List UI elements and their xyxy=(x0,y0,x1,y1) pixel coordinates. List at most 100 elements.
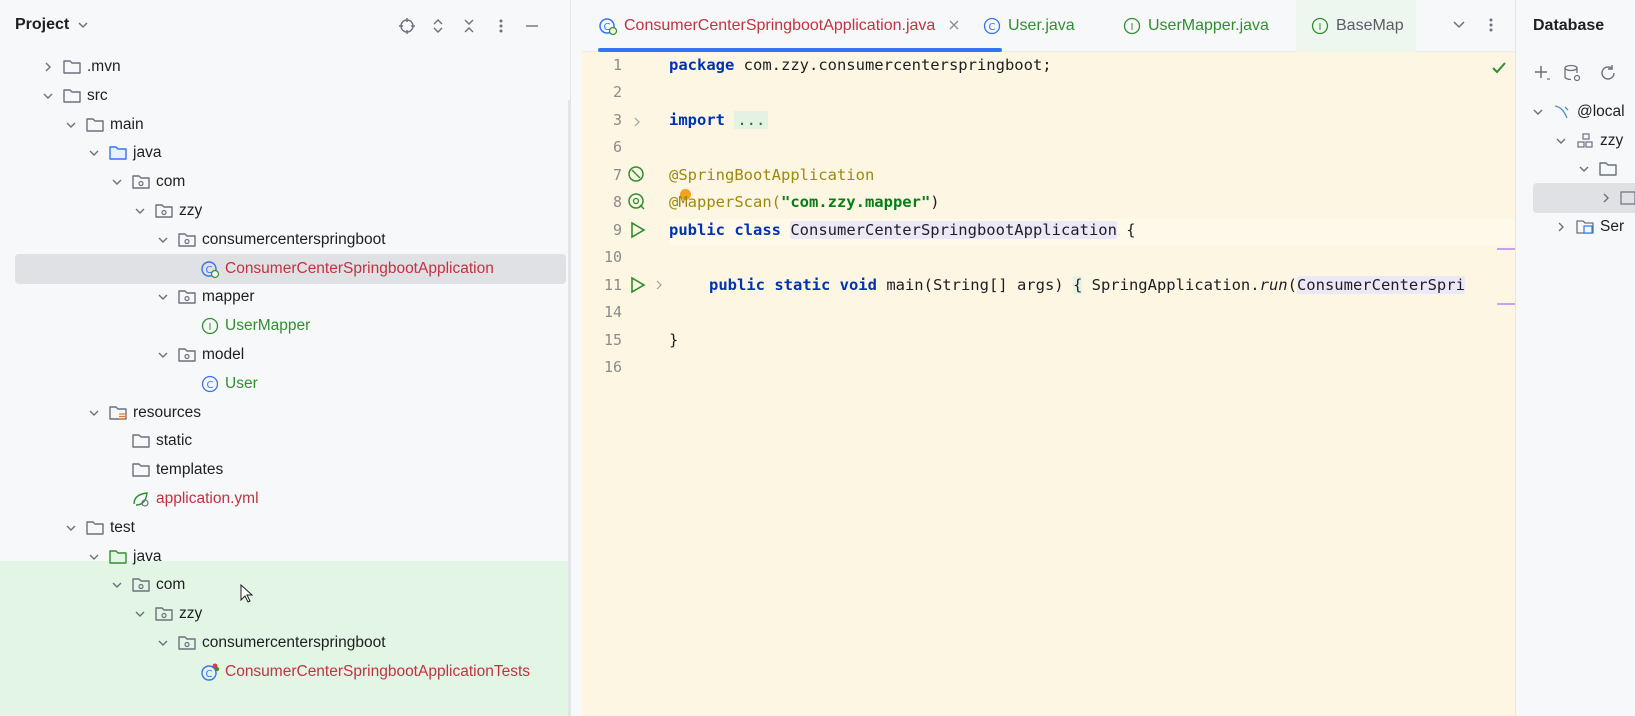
svg-text:C: C xyxy=(989,22,996,33)
chevron-right-icon[interactable] xyxy=(40,59,56,75)
chevron-down-icon[interactable] xyxy=(155,347,171,363)
chevron-down-icon[interactable] xyxy=(109,174,125,190)
chevron-down-icon[interactable] xyxy=(155,635,171,651)
tree-item[interactable]: model xyxy=(155,340,244,370)
tree-item[interactable]: templates xyxy=(109,455,223,485)
fold-expand-icon[interactable] xyxy=(626,111,648,133)
chevron-down-icon[interactable] xyxy=(132,606,148,622)
tree-item[interactable]: java xyxy=(86,138,161,168)
class-icon: C xyxy=(200,374,220,394)
db-tree-item[interactable]: zzy xyxy=(1553,126,1623,156)
chevron-down-icon[interactable] xyxy=(1576,161,1592,177)
folder-icon xyxy=(85,518,105,538)
collapse-all-icon[interactable] xyxy=(458,15,480,37)
chevron-right-icon[interactable] xyxy=(1599,190,1612,206)
tab-usermapper-java[interactable]: I UserMapper.java xyxy=(1122,0,1269,52)
chevron-down-icon[interactable] xyxy=(155,289,171,305)
tab-label: ConsumerCenterSpringbootApplication.java xyxy=(624,17,936,34)
chevron-down-icon[interactable] xyxy=(86,145,102,161)
tree-item[interactable]: src xyxy=(40,81,108,111)
tree-item[interactable]: com xyxy=(109,167,185,197)
tree-item[interactable]: resources xyxy=(86,398,201,428)
more-tabs-icon[interactable] xyxy=(1488,17,1494,37)
tree-item[interactable]: static xyxy=(109,426,192,456)
tree-item[interactable]: application.yml xyxy=(109,484,259,514)
tree-item[interactable]: java xyxy=(86,542,161,572)
minimize-icon[interactable] xyxy=(521,15,543,37)
chevron-down-icon[interactable] xyxy=(1452,18,1466,36)
chevron-down-icon[interactable] xyxy=(77,18,89,35)
spring-bean-gutter-icon[interactable] xyxy=(626,164,648,186)
line-number: 7 xyxy=(612,166,622,184)
tree-item[interactable]: .mvn xyxy=(40,52,121,82)
tree-item-label: java xyxy=(133,144,162,162)
tree-item-label: consumercenterspringboot xyxy=(202,634,386,651)
db-tree-item[interactable]: @local xyxy=(1530,97,1625,127)
tree-item[interactable]: C ConsumerCenterSpringbootApplicationTest… xyxy=(178,657,530,687)
tree-item[interactable]: consumercenterspringboot xyxy=(155,225,386,255)
chevron-down-icon[interactable] xyxy=(86,549,102,565)
error-stripe-mark xyxy=(1497,248,1515,250)
tree-item[interactable]: zzy xyxy=(132,599,202,629)
package-icon xyxy=(154,201,174,221)
package-icon xyxy=(177,345,197,365)
tree-item[interactable]: C ConsumerCenterSpringbootApplication xyxy=(15,253,566,284)
tree-item[interactable]: zzy xyxy=(132,196,202,226)
chevron-down-icon[interactable] xyxy=(63,117,79,133)
table-icon xyxy=(1618,188,1635,208)
tab-consumer-center-application[interactable]: C ConsumerCenterSpringbootApplication.ja… xyxy=(598,0,1002,52)
tree-item[interactable]: I UserMapper xyxy=(178,311,310,341)
folded-imports[interactable]: ... xyxy=(734,111,769,129)
database-panel-title: Database xyxy=(1533,17,1605,34)
code-line-15: } xyxy=(669,331,679,349)
tab-user-java[interactable]: C User.java xyxy=(982,0,1075,52)
chevron-down-icon[interactable] xyxy=(1553,133,1569,149)
db-tree-item[interactable] xyxy=(1576,154,1623,184)
line-number: 11 xyxy=(603,276,622,294)
chevron-down-icon[interactable] xyxy=(86,405,102,421)
project-panel: Project .mvn src main java com zzy consumercen… xyxy=(0,0,571,716)
run-icon[interactable] xyxy=(626,274,648,296)
tree-item[interactable]: com xyxy=(109,570,185,600)
tree-item[interactable]: mapper xyxy=(155,282,255,312)
expand-all-icon[interactable] xyxy=(427,15,449,37)
tree-item[interactable]: test xyxy=(63,513,135,543)
test-class-icon: C xyxy=(200,662,220,682)
tree-item-label: zzy xyxy=(179,605,203,623)
tab-basemapper[interactable]: I BaseMap xyxy=(1296,0,1416,52)
no-problems-check-icon[interactable] xyxy=(1488,57,1510,79)
code-line-8: @MapperScan("com.zzy.mapper") xyxy=(669,193,940,211)
svg-text:C: C xyxy=(206,669,213,680)
chevron-right-icon[interactable] xyxy=(1553,219,1569,235)
tree-item[interactable]: main xyxy=(63,110,144,140)
fold-expand-icon[interactable] xyxy=(648,274,670,296)
folder-icon xyxy=(1598,159,1618,179)
chevron-down-icon[interactable] xyxy=(40,88,56,104)
tree-item[interactable]: consumercenterspringboot xyxy=(155,628,386,658)
close-icon[interactable] xyxy=(949,17,959,35)
chevron-down-icon[interactable] xyxy=(109,577,125,593)
more-options-icon[interactable] xyxy=(490,15,512,37)
run-icon[interactable] xyxy=(626,219,648,241)
test-folder-icon xyxy=(108,547,128,567)
chevron-down-icon[interactable] xyxy=(132,203,148,219)
project-panel-title[interactable]: Project xyxy=(15,16,69,34)
data-source-properties-icon[interactable] xyxy=(1560,61,1584,85)
tree-item-label: static xyxy=(156,432,193,450)
add-icon[interactable] xyxy=(1530,61,1554,85)
code-editor[interactable] xyxy=(582,0,1515,716)
db-tree-item[interactable] xyxy=(1533,183,1635,213)
db-tree-item[interactable]: Ser xyxy=(1553,212,1624,242)
project-panel-header: Project xyxy=(0,0,570,52)
package-icon xyxy=(154,604,174,624)
mapper-scan-gutter-icon[interactable] xyxy=(626,191,648,213)
locate-icon[interactable] xyxy=(396,15,418,37)
refresh-icon[interactable] xyxy=(1596,61,1620,85)
chevron-down-icon[interactable] xyxy=(1530,104,1546,120)
chevron-down-icon[interactable] xyxy=(63,520,79,536)
tree-item[interactable]: C User xyxy=(178,369,258,399)
chevron-down-icon[interactable] xyxy=(155,232,171,248)
